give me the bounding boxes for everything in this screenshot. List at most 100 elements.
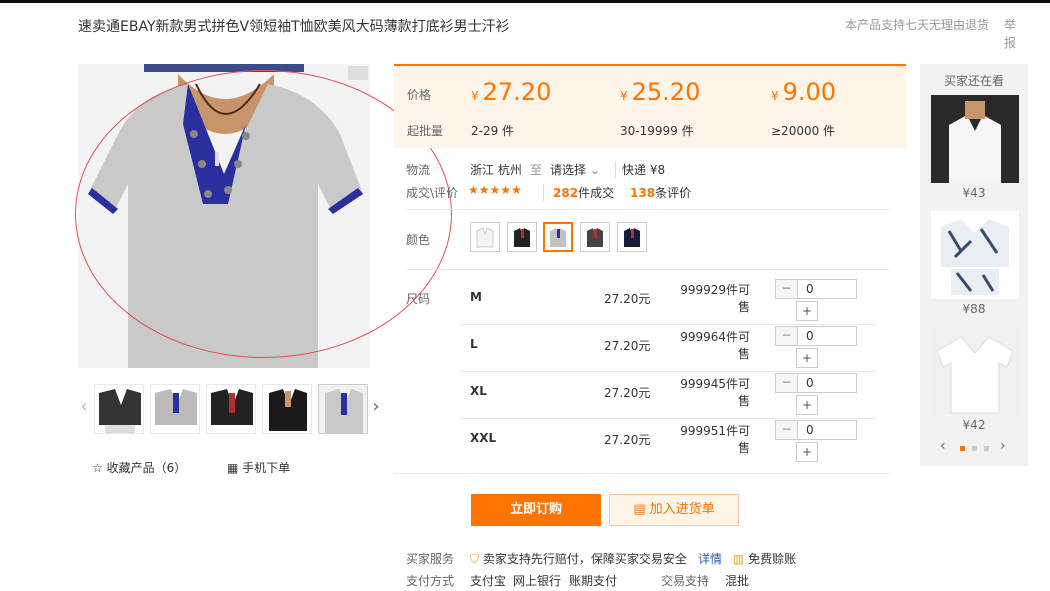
size-name: XXL — [470, 431, 497, 445]
qty-tier-3: ≥20000 件 — [771, 124, 836, 138]
trade-support-value: 混批 — [725, 574, 750, 588]
quantity-stepper[interactable]: −0 — [775, 420, 857, 440]
minus-button[interactable]: − — [776, 280, 798, 298]
main-product-image[interactable] — [78, 64, 370, 368]
report-link[interactable]: 举报 — [1004, 16, 1018, 52]
thumbnail-2[interactable] — [150, 384, 200, 434]
size-name: XL — [470, 384, 487, 398]
price-label: 价格 — [407, 88, 432, 102]
thumbnail-3[interactable] — [206, 384, 256, 434]
minus-button[interactable]: − — [776, 421, 798, 439]
size-stock: 999964件可售 — [680, 330, 750, 361]
chevron-down-icon: ⌄ — [589, 163, 600, 177]
size-price: 27.20元 — [604, 339, 651, 353]
ship-from: 浙江 杭州 — [470, 163, 522, 177]
size-price: 27.20元 — [604, 433, 651, 447]
recommend-price-1: ¥43 — [962, 186, 986, 200]
recommend-pager: ‹ › — [920, 438, 1028, 456]
quantity-input[interactable]: 0 — [806, 282, 814, 296]
size-row-m: M 27.20元 999929件可售 −0 + — [460, 279, 876, 325]
divider — [394, 473, 890, 474]
qty-tier-2: 30-19999 件 — [620, 124, 694, 138]
favorite-button[interactable]: ☆ 收藏产品（6） — [92, 459, 186, 476]
price-tier-1: ¥27.20 — [471, 78, 552, 106]
recommend-item-3[interactable] — [931, 327, 1019, 415]
quantity-input[interactable]: 0 — [806, 329, 814, 343]
service-label: 买家服务 — [406, 552, 455, 566]
size-name: L — [470, 337, 478, 351]
service-detail-link[interactable]: 详情 — [698, 550, 722, 567]
recommend-panel: 买家还在看 ¥43 ¥88 ¥42 ‹ › — [920, 64, 1028, 466]
buy-now-button[interactable]: 立即订购 — [471, 494, 601, 526]
plus-button[interactable]: + — [796, 301, 818, 321]
size-label: 尺码 — [406, 292, 431, 306]
pager-dot[interactable] — [972, 446, 977, 451]
size-stock: 999951件可售 — [680, 424, 750, 455]
thumbnail-4[interactable] — [262, 384, 312, 434]
color-swatch-grey[interactable] — [543, 222, 573, 252]
pager-dot-active[interactable] — [960, 446, 965, 451]
payment-method: 网上银行 — [513, 574, 562, 588]
trade-support-label: 交易支持 — [661, 574, 710, 588]
chevron-left-icon[interactable]: ‹ — [78, 396, 90, 417]
pager-dot[interactable] — [984, 446, 989, 451]
quantity-stepper[interactable]: −0 — [775, 279, 857, 299]
clipboard-icon: ▤ — [633, 502, 646, 517]
logistics-label: 物流 — [406, 163, 431, 177]
minus-button[interactable]: − — [776, 327, 798, 345]
qty-tier-1: 2-29 件 — [471, 124, 515, 138]
review-count[interactable]: 138条评价 — [630, 184, 691, 201]
chevron-right-icon[interactable]: › — [1000, 438, 1006, 454]
price-tier-3: ¥9.00 — [771, 78, 837, 106]
divider — [406, 209, 890, 210]
return-policy-note: 本产品支持七天无理由退货 — [845, 18, 990, 32]
quantity-input[interactable]: 0 — [806, 376, 814, 390]
payment-method: 支付宝 — [470, 574, 507, 588]
recommend-price-2: ¥88 — [962, 302, 986, 316]
size-price: 27.20元 — [604, 386, 651, 400]
recommend-item-1[interactable] — [931, 95, 1019, 183]
thumbnail-1[interactable] — [94, 384, 144, 434]
size-stock: 999929件可售 — [680, 283, 750, 314]
color-swatch-darkgrey[interactable] — [580, 222, 610, 252]
quantity-stepper[interactable]: −0 — [775, 326, 857, 346]
credit-info: ▥ 免费赊账 — [733, 552, 797, 566]
payment-label: 支付方式 — [406, 574, 455, 588]
credit-icon: ▥ — [733, 552, 745, 566]
plus-button[interactable]: + — [796, 442, 818, 462]
size-row-l: L 27.20元 999964件可售 −0 + — [460, 326, 876, 372]
shield-icon: ⛉ — [470, 552, 480, 566]
plus-button[interactable]: + — [796, 348, 818, 368]
mobile-order-button[interactable]: ▦ 手机下单 — [227, 459, 290, 476]
color-label: 颜色 — [406, 233, 431, 247]
size-row-xl: XL 27.20元 999945件可售 −0 + — [460, 373, 876, 419]
quantity-stepper[interactable]: −0 — [775, 373, 857, 393]
destination-select[interactable]: 请选择 ⌄ — [550, 161, 600, 178]
express-fee: 快递 ¥8 — [615, 161, 665, 178]
plus-button[interactable]: + — [796, 395, 818, 415]
recommend-item-2[interactable] — [931, 211, 1019, 299]
star-icon: ☆ — [92, 461, 103, 475]
divider — [460, 418, 876, 419]
ship-to-word: 至 — [530, 163, 543, 177]
color-swatch-white[interactable] — [470, 222, 500, 252]
add-to-cart-button[interactable]: ▤ 加入进货单 — [609, 494, 739, 526]
minus-button[interactable]: − — [776, 374, 798, 392]
chevron-left-icon[interactable]: ‹ — [940, 438, 946, 454]
size-name: M — [470, 290, 482, 304]
color-swatch-navy[interactable] — [617, 222, 647, 252]
divider — [460, 371, 876, 372]
recommend-price-3: ¥42 — [962, 418, 986, 432]
color-swatch-black[interactable] — [507, 222, 537, 252]
thumbnail-5[interactable] — [318, 384, 368, 434]
deal-count[interactable]: 282件成交 — [543, 184, 614, 201]
price-panel: 价格 起批量 ¥27.20 2-29 件 ¥25.20 30-19999 件 ¥… — [394, 64, 906, 148]
chevron-right-icon[interactable]: › — [370, 396, 382, 417]
quantity-input[interactable]: 0 — [806, 423, 814, 437]
size-price: 27.20元 — [604, 292, 651, 306]
price-tier-2: ¥25.20 — [620, 78, 701, 106]
product-title: 速卖通EBAY新款男式拼色V领短袖T恤欧美风大码薄款打底衫男士汗衫 — [78, 19, 510, 35]
payment-method: 账期支付 — [569, 574, 618, 588]
deals-label: 成交\评价 — [406, 186, 459, 200]
divider — [460, 324, 876, 325]
